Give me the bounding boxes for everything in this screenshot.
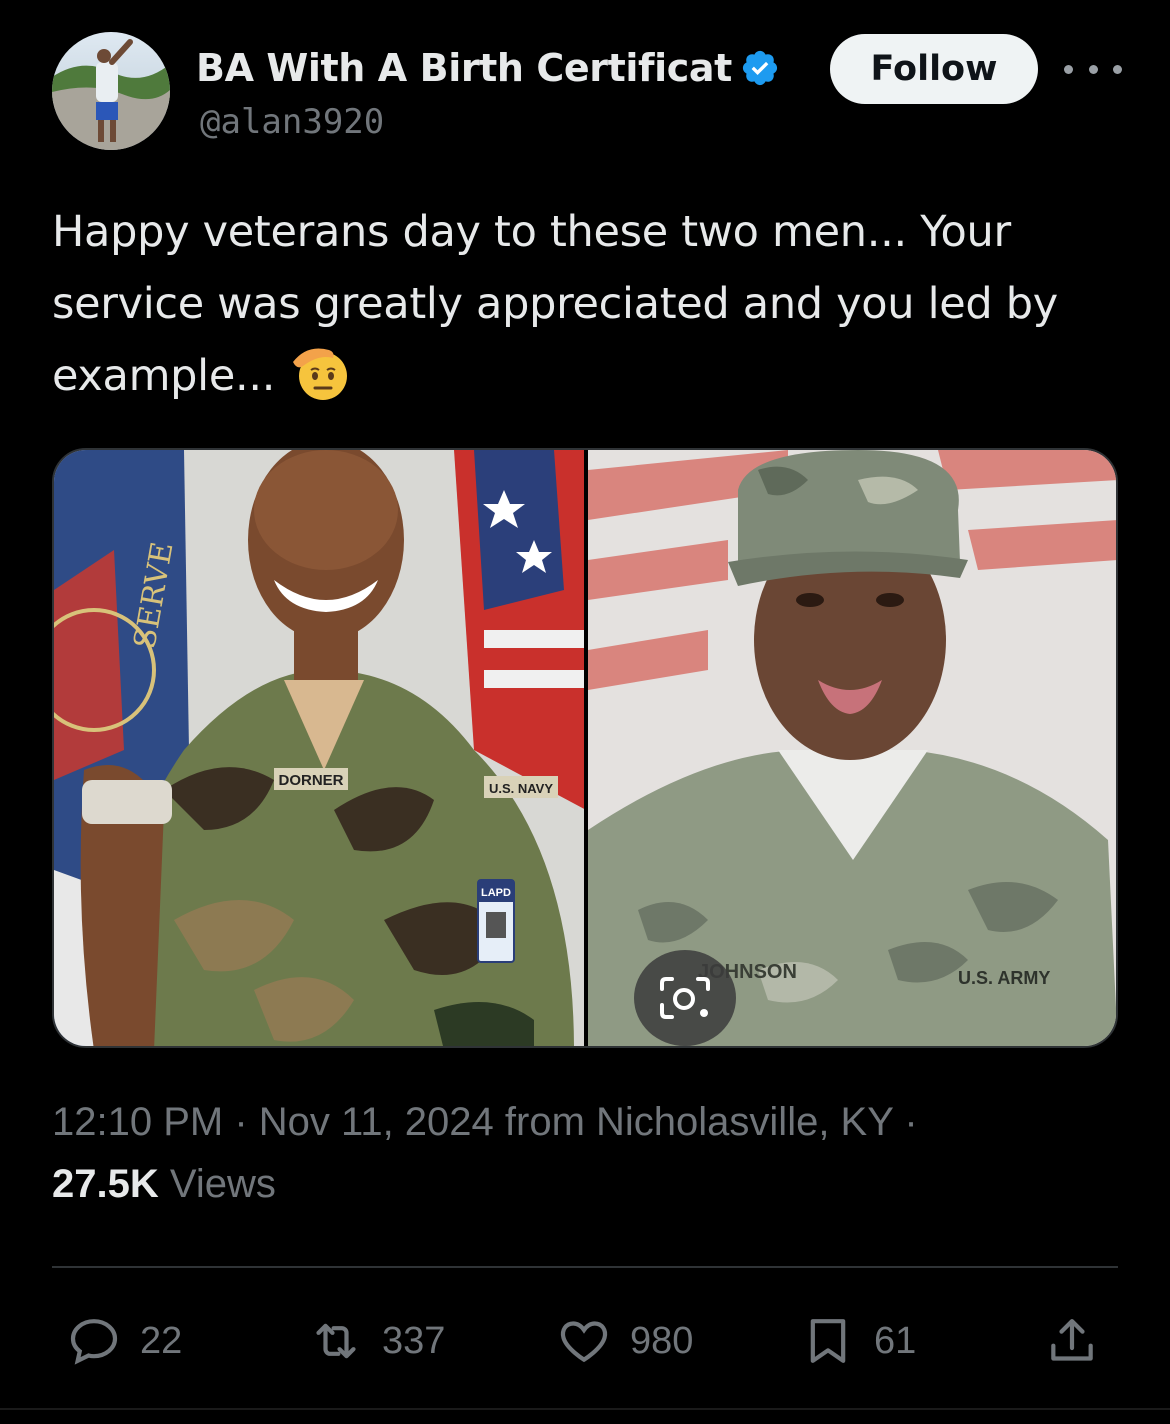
reply-button[interactable]: 22	[66, 1306, 182, 1376]
name-tape-left: DORNER	[278, 772, 343, 789]
bottom-separator	[0, 1408, 1170, 1410]
meta-separator-trailing: ·	[904, 1100, 918, 1144]
repost-count: 337	[382, 1319, 446, 1362]
more-options-icon[interactable]	[1064, 54, 1122, 84]
verified-badge-icon	[742, 50, 777, 86]
bookmark-icon	[810, 1319, 846, 1363]
reply-icon	[70, 1319, 118, 1365]
views-count: 27.5K	[52, 1162, 159, 1206]
saluting-face-emoji-icon	[293, 348, 348, 400]
repost-icon	[316, 1323, 356, 1359]
actions-divider	[52, 1266, 1118, 1268]
branch-tape-left: U.S. NAVY	[489, 781, 553, 796]
badge-text: LAPD	[481, 887, 511, 899]
like-count: 980	[630, 1319, 694, 1362]
tweet-location: from Nicholasville, KY	[504, 1100, 894, 1144]
photo-navy-officer[interactable]: SERVE DORNER U.S. NAVY LAPD	[54, 450, 584, 1046]
repost-button[interactable]: 337	[308, 1306, 445, 1376]
share-button[interactable]	[1044, 1306, 1118, 1376]
tweet-body: Happy veterans day to these two men... Y…	[52, 207, 1058, 401]
heart-icon	[560, 1321, 608, 1363]
author-name-row: BA With A Birth Certificat	[196, 38, 780, 98]
reply-count: 22	[140, 1319, 183, 1362]
views-label: Views	[169, 1162, 276, 1206]
visual-search-icon[interactable]	[634, 950, 736, 1046]
tweet-header: BA With A Birth Certificat @alan3920 Fol…	[52, 32, 1122, 156]
share-icon	[1051, 1319, 1093, 1361]
like-button[interactable]: 980	[556, 1306, 693, 1376]
author-display-name[interactable]: BA With A Birth Certificat	[196, 46, 732, 90]
branch-tape-right: U.S. ARMY	[958, 968, 1050, 988]
tweet-views[interactable]: 27.5K Views	[52, 1162, 276, 1207]
tweet-actions: 22 337 980 61	[52, 1306, 1118, 1376]
tweet-text: Happy veterans day to these two men... Y…	[52, 196, 1122, 412]
tweet-meta: 12:10 PM · Nov 11, 2024 from Nicholasvil…	[52, 1100, 918, 1145]
tweet-time[interactable]: 12:10 PM	[52, 1100, 223, 1144]
tweet-media[interactable]: SERVE DORNER U.S. NAVY LAPD JOHNSON U.S.…	[52, 448, 1118, 1048]
follow-button[interactable]: Follow	[830, 34, 1038, 104]
meta-separator: ·	[234, 1100, 248, 1144]
bookmark-button[interactable]: 61	[800, 1306, 916, 1376]
bookmark-count: 61	[874, 1319, 917, 1362]
author-handle[interactable]: @alan3920	[200, 102, 384, 142]
tweet-date[interactable]: Nov 11, 2024	[259, 1100, 494, 1144]
author-avatar[interactable]	[52, 32, 170, 150]
